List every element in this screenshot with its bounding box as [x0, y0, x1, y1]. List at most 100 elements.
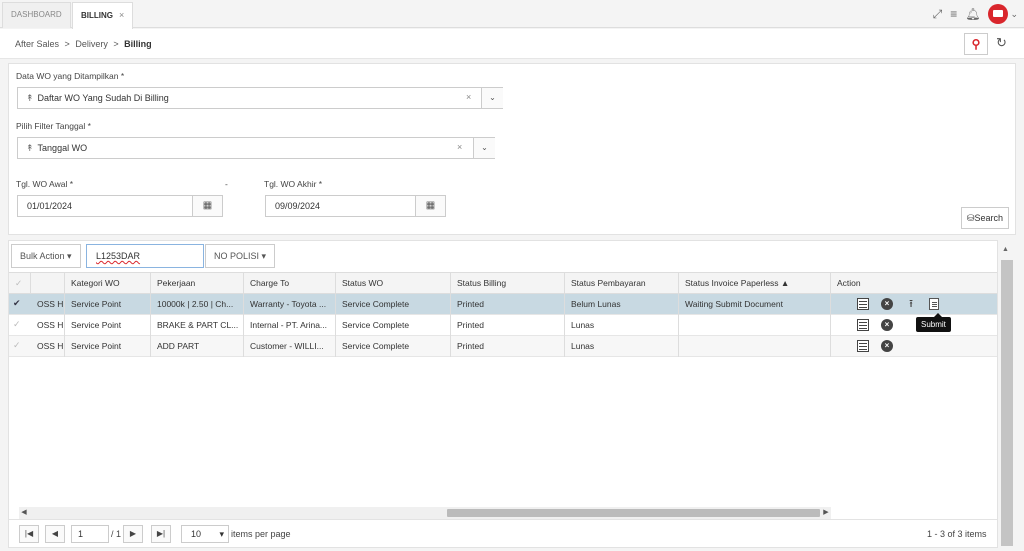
next-page-button[interactable]: ▶: [123, 525, 143, 543]
scroll-up-icon[interactable]: ▲: [1002, 246, 1009, 253]
row-checkbox[interactable]: ✔: [13, 298, 21, 309]
start-date-label: Tgl. WO Awal *: [16, 179, 73, 189]
row-checkbox[interactable]: ✓: [13, 319, 21, 330]
refresh-icon[interactable]: ↻: [996, 35, 1007, 51]
detail-list-icon[interactable]: [857, 319, 869, 331]
tab-billing[interactable]: BILLING ×: [72, 2, 134, 29]
cell-status-invoice: Waiting Submit Document: [679, 294, 831, 315]
column-header-status-billing[interactable]: Status Billing: [451, 273, 565, 294]
column-header-status-pembayaran[interactable]: Status Pembayaran: [565, 273, 679, 294]
chevron-down-icon[interactable]: ⌄: [481, 88, 503, 108]
cell-kategori: Service Point: [65, 336, 151, 357]
calendar-icon[interactable]: ▦: [415, 196, 445, 216]
cell-status-billing: Printed: [451, 294, 565, 315]
cell-status-invoice: [679, 336, 831, 357]
scroll-thumb[interactable]: [1001, 260, 1013, 546]
cell-status-pembayaran: Belum Lunas: [565, 294, 679, 315]
cell: OSS H...: [31, 315, 65, 336]
cell-status-wo: Service Complete: [336, 294, 451, 315]
page-size-label: items per page: [231, 529, 291, 539]
chevron-down-icon[interactable]: ⌄: [1010, 9, 1018, 20]
nopol-value: L1253DAR: [96, 251, 141, 261]
nopol-dropdown-label: NO POLISI ▾: [214, 251, 267, 261]
first-page-button[interactable]: |◀: [19, 525, 39, 543]
cancel-circle-icon[interactable]: ×: [881, 298, 893, 310]
column-header-action: Action: [837, 278, 861, 288]
detail-list-icon[interactable]: [857, 298, 869, 310]
cell-pekerjaan: 10000k | 2.50 | Ch...: [151, 294, 244, 315]
document-submit-icon[interactable]: [929, 298, 939, 310]
vertical-scrollbar[interactable]: ▲: [998, 244, 1016, 548]
end-date-label: Tgl. WO Akhir *: [264, 179, 323, 189]
breadcrumb-billing: Billing: [124, 39, 152, 49]
billing-grid: Bulk Action ▾ L1253DAR NO POLISI ▾ ✓ Kat…: [8, 240, 998, 548]
page-size-select[interactable]: 10: [181, 525, 229, 543]
column-header-status-wo[interactable]: Status WO: [336, 273, 451, 294]
table-row[interactable]: ✓ OSS H... Service Point BRAKE & PART CL…: [9, 315, 997, 336]
chevron-down-icon[interactable]: ⌄: [473, 138, 495, 158]
date-filter-select[interactable]: ↟ Tanggal WO × ⌄: [17, 137, 495, 159]
cell-charge-to: Customer - WILLI...: [244, 336, 336, 357]
last-page-button[interactable]: ▶|: [151, 525, 171, 543]
select-all-checkbox[interactable]: ✓: [9, 273, 31, 294]
tab-dashboard-label: DASHBOARD: [11, 10, 62, 19]
clear-icon[interactable]: ×: [457, 142, 462, 152]
tab-dashboard[interactable]: DASHBOARD: [2, 2, 71, 28]
start-date-field[interactable]: 01/01/2024 ▦: [17, 195, 223, 217]
column-header-pekerjaan[interactable]: Pekerjaan: [151, 273, 244, 294]
prev-page-button[interactable]: ◀: [45, 525, 65, 543]
breadcrumb-sep: >: [113, 39, 119, 49]
column-header-kategori[interactable]: Kategori WO: [65, 273, 151, 294]
calendar-icon[interactable]: ▦: [192, 196, 222, 216]
breadcrumb-after-sales[interactable]: After Sales: [15, 39, 59, 49]
fullscreen-icon[interactable]: ⤢: [933, 7, 943, 22]
table-row[interactable]: ✔ OSS H... Service Point 10000k | 2.50 |…: [9, 294, 997, 315]
nopol-dropdown[interactable]: NO POLISI ▾: [205, 244, 276, 268]
cell-status-wo: Service Complete: [336, 336, 451, 357]
clear-icon[interactable]: ×: [466, 92, 471, 102]
cell-status-pembayaran: Lunas: [565, 336, 679, 357]
cell-kategori: Service Point: [65, 294, 151, 315]
column-header-charge-to[interactable]: Charge To: [244, 273, 336, 294]
horizontal-scrollbar[interactable]: ◀ ▶: [19, 507, 831, 519]
page-size-value: 10: [191, 529, 202, 539]
scroll-thumb[interactable]: [447, 509, 820, 517]
search-button[interactable]: ⛁Search: [961, 207, 1009, 229]
wo-filter-select[interactable]: ↟ Daftar WO Yang Sudah Di Billing × ⌄: [17, 87, 503, 109]
scroll-left-icon[interactable]: ◀: [19, 507, 29, 519]
search-icon[interactable]: ⚲: [964, 33, 988, 55]
bell-icon[interactable]: 🔔︎: [965, 7, 980, 21]
page-input-value: 1: [78, 529, 84, 539]
end-date-field[interactable]: 09/09/2024 ▦: [265, 195, 446, 217]
submit-tooltip: Submit: [916, 313, 951, 332]
top-bar: DASHBOARD BILLING × ⤢ ≡ 🔔︎ ⌄: [0, 0, 1024, 29]
cell-status-invoice: [679, 315, 831, 336]
table-row[interactable]: ✓ OSS H... Service Point ADD PART Custom…: [9, 336, 997, 357]
row-checkbox[interactable]: ✓: [13, 340, 21, 351]
cell-kategori: Service Point: [65, 315, 151, 336]
page-total: / 1: [111, 529, 122, 539]
end-date-value: 09/09/2024: [275, 201, 321, 211]
items-summary: 1 - 3 of 3 items: [927, 529, 987, 539]
menu-icon[interactable]: ≡: [950, 7, 957, 21]
cell-status-pembayaran: Lunas: [565, 315, 679, 336]
pin-icon: ↟: [26, 93, 34, 103]
column-header-status-invoice[interactable]: Status Invoice Paperless ▲: [679, 273, 831, 294]
cancel-circle-icon[interactable]: ×: [881, 340, 893, 352]
bulk-action-button[interactable]: Bulk Action ▾: [11, 244, 81, 268]
scroll-right-icon[interactable]: ▶: [821, 507, 831, 519]
column-header[interactable]: [31, 273, 65, 294]
upload-icon[interactable]: ⭱: [905, 298, 917, 310]
tab-close-icon[interactable]: ×: [119, 10, 124, 20]
breadcrumb-delivery[interactable]: Delivery: [75, 39, 108, 49]
cell-charge-to: Internal - PT. Arina...: [244, 315, 336, 336]
cell-status-billing: Printed: [451, 336, 565, 357]
cell-status-billing: Printed: [451, 315, 565, 336]
cancel-circle-icon[interactable]: ×: [881, 319, 893, 331]
date-range-dash: -: [225, 179, 228, 189]
detail-list-icon[interactable]: [857, 340, 869, 352]
page-input[interactable]: 1: [71, 525, 109, 543]
nopol-search-input[interactable]: L1253DAR: [86, 244, 204, 268]
avatar[interactable]: [988, 4, 1009, 24]
filter-panel: Data WO yang Ditampilkan * ↟ Daftar WO Ya…: [8, 63, 1016, 235]
